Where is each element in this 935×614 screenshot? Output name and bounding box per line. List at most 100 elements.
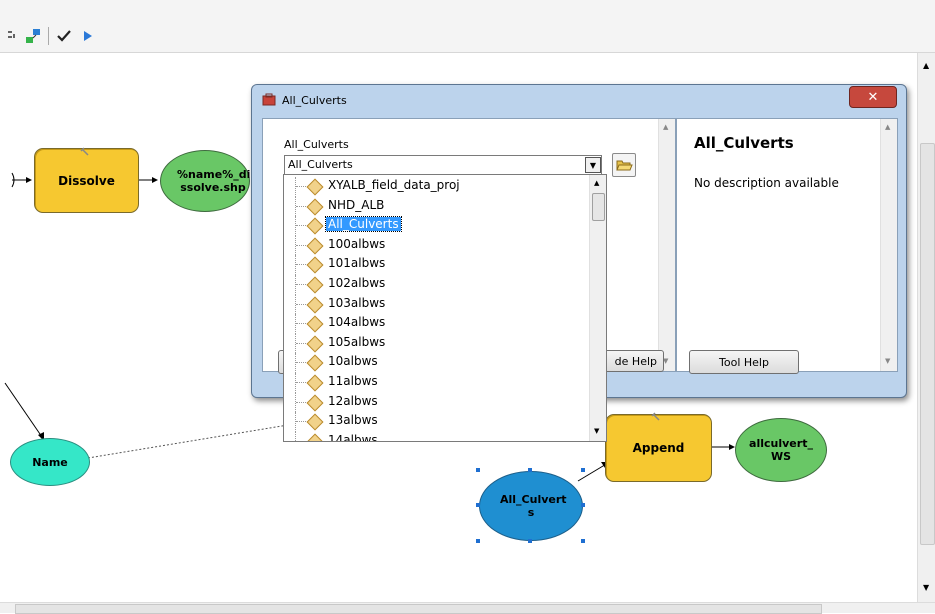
scroll-up-arrow-icon[interactable]: ▲ (885, 123, 890, 131)
close-icon: ✕ (867, 89, 879, 105)
selection-handle[interactable] (581, 503, 585, 507)
dropdown-item-label: 13albws (328, 413, 378, 428)
dissolve-output-node[interactable]: %name%_di ssolve.shp (160, 150, 250, 212)
feature-class-icon (306, 296, 324, 314)
parameters-scrollbar[interactable]: ▲ ▼ (658, 119, 675, 371)
selection-handle[interactable] (581, 539, 585, 543)
dropdown-list-item[interactable]: 102albws (284, 275, 584, 295)
feature-class-icon (306, 178, 324, 196)
dropdown-item-label: 10albws (328, 354, 378, 369)
append-output-node[interactable]: allculvert_ WS (735, 418, 827, 482)
dropdown-item-label: 101albws (328, 256, 386, 271)
feature-class-icon (306, 354, 324, 372)
dropdown-list-item[interactable]: All_Culverts (284, 216, 584, 236)
dropdown-list-item[interactable]: 100albws (284, 235, 584, 256)
dropdown-item-label: 12albws (328, 393, 378, 408)
horizontal-scroll-thumb[interactable] (15, 604, 822, 614)
selection-handle[interactable] (581, 468, 585, 472)
help-panel: All_Culverts No description available ▲ … (676, 118, 898, 372)
dropdown-item-label: 103albws (328, 295, 386, 310)
append-output-label: allculvert_ WS (749, 437, 813, 463)
canvas-vertical-scrollbar[interactable]: ▲ ▼ (917, 53, 935, 602)
name-variable-label: Name (32, 455, 68, 469)
help-title: All_Culverts (694, 134, 794, 152)
scroll-down-arrow-icon[interactable]: ▼ (885, 357, 890, 365)
scroll-down-arrow-icon[interactable]: ▼ (923, 583, 929, 592)
combo-value: All_Culverts (288, 158, 353, 171)
append-hammer-icon (651, 411, 661, 421)
dropdown-list-item[interactable]: 12albws (284, 392, 584, 413)
scroll-up-arrow-icon[interactable]: ▲ (663, 123, 668, 131)
append-tool-node[interactable]: Append (605, 414, 712, 482)
dropdown-list-item[interactable]: 105albws (284, 333, 584, 354)
dropdown-list-item[interactable]: NHD_ALB (284, 196, 584, 217)
dropdown-item-label: XYALB_field_data_proj (328, 178, 460, 192)
dissolve-label: Dissolve (58, 173, 115, 188)
help-description: No description available (694, 176, 839, 190)
feature-class-icon (306, 315, 324, 333)
canvas-horizontal-scrollbar[interactable] (0, 602, 935, 614)
scroll-up-arrow-icon[interactable]: ▲ (923, 61, 929, 70)
selection-handle[interactable] (528, 539, 532, 543)
dataset-combo-box[interactable]: All_Culverts ▼ (284, 155, 602, 175)
feature-class-icon (306, 198, 324, 216)
model-toolbar (0, 0, 935, 53)
close-button[interactable]: ✕ (849, 86, 897, 108)
hammer-icon (80, 146, 90, 156)
dropdown-scroll-thumb[interactable] (592, 193, 605, 221)
selection-handle[interactable] (528, 468, 532, 472)
feature-class-icon (306, 256, 324, 274)
dropdown-list-item[interactable]: 103albws (284, 294, 584, 315)
dropdown-items: XYALB_field_data_proj NHD_ALB All_Culverts… (284, 175, 590, 441)
tool-help-label: Tool Help (719, 355, 769, 369)
all-culverts-input-node[interactable]: All_Culvert s (479, 471, 583, 541)
dropdown-scrollbar[interactable]: ▲ ▼ (589, 175, 606, 441)
feature-class-icon (306, 237, 324, 255)
dropdown-item-label: 102albws (328, 276, 386, 290)
name-variable-node[interactable]: Name (10, 438, 90, 486)
feature-class-icon (306, 394, 324, 412)
dataset-dropdown-list[interactable]: XYALB_field_data_proj NHD_ALB All_Culverts… (283, 174, 607, 442)
help-scrollbar[interactable]: ▲ ▼ (880, 119, 897, 371)
dropdown-item-label: 11albws (328, 374, 378, 388)
hide-help-label: de Help (614, 354, 657, 368)
connect-icon[interactable] (24, 27, 42, 45)
toolbox-icon (262, 93, 276, 107)
selection-handle[interactable] (476, 468, 480, 472)
feature-class-icon (306, 433, 324, 441)
feature-class-icon (306, 276, 324, 294)
toolbar-separator (48, 27, 49, 45)
tool-arrow-icon[interactable] (6, 29, 18, 43)
dropdown-list-item[interactable]: 14albws (284, 431, 584, 442)
dropdown-list-item[interactable]: 13albws (284, 412, 584, 432)
dropdown-item-label: 100albws (328, 236, 386, 251)
selection-handle[interactable] (476, 539, 480, 543)
dropdown-list-item[interactable]: XYALB_field_data_proj (284, 177, 584, 197)
feature-class-icon (306, 374, 324, 392)
dropdown-list-item[interactable]: 101albws (284, 255, 584, 275)
parameter-label: All_Culverts (284, 138, 349, 151)
dropdown-list-item[interactable]: 104albws (284, 314, 584, 334)
dropdown-item-label: 105albws (328, 334, 386, 349)
run-icon[interactable] (82, 29, 94, 43)
feature-class-icon (306, 413, 324, 431)
dissolve-tool-node[interactable]: Dissolve (34, 148, 139, 213)
append-label: Append (632, 441, 685, 455)
dropdown-list-item[interactable]: 11albws (284, 373, 584, 393)
validate-check-icon[interactable] (56, 28, 72, 44)
selection-handle[interactable] (476, 503, 480, 507)
dissolve-output-label: %name%_di ssolve.shp (177, 168, 251, 194)
dropdown-item-label: 14albws (328, 432, 378, 442)
dropdown-item-label: 104albws (328, 315, 386, 330)
open-folder-icon (616, 160, 633, 171)
scroll-down-arrow-icon[interactable]: ▼ (594, 427, 599, 435)
tool-help-button[interactable]: Tool Help (689, 350, 799, 374)
dialog-title: All_Culverts (282, 94, 347, 107)
feature-class-icon (306, 335, 324, 353)
feature-class-icon (306, 217, 324, 235)
combo-dropdown-button[interactable]: ▼ (585, 157, 601, 173)
scroll-thumb[interactable] (920, 143, 935, 545)
scroll-up-arrow-icon[interactable]: ▲ (594, 179, 599, 187)
dropdown-list-item[interactable]: 10albws (284, 353, 584, 373)
browse-folder-button[interactable] (612, 153, 636, 177)
